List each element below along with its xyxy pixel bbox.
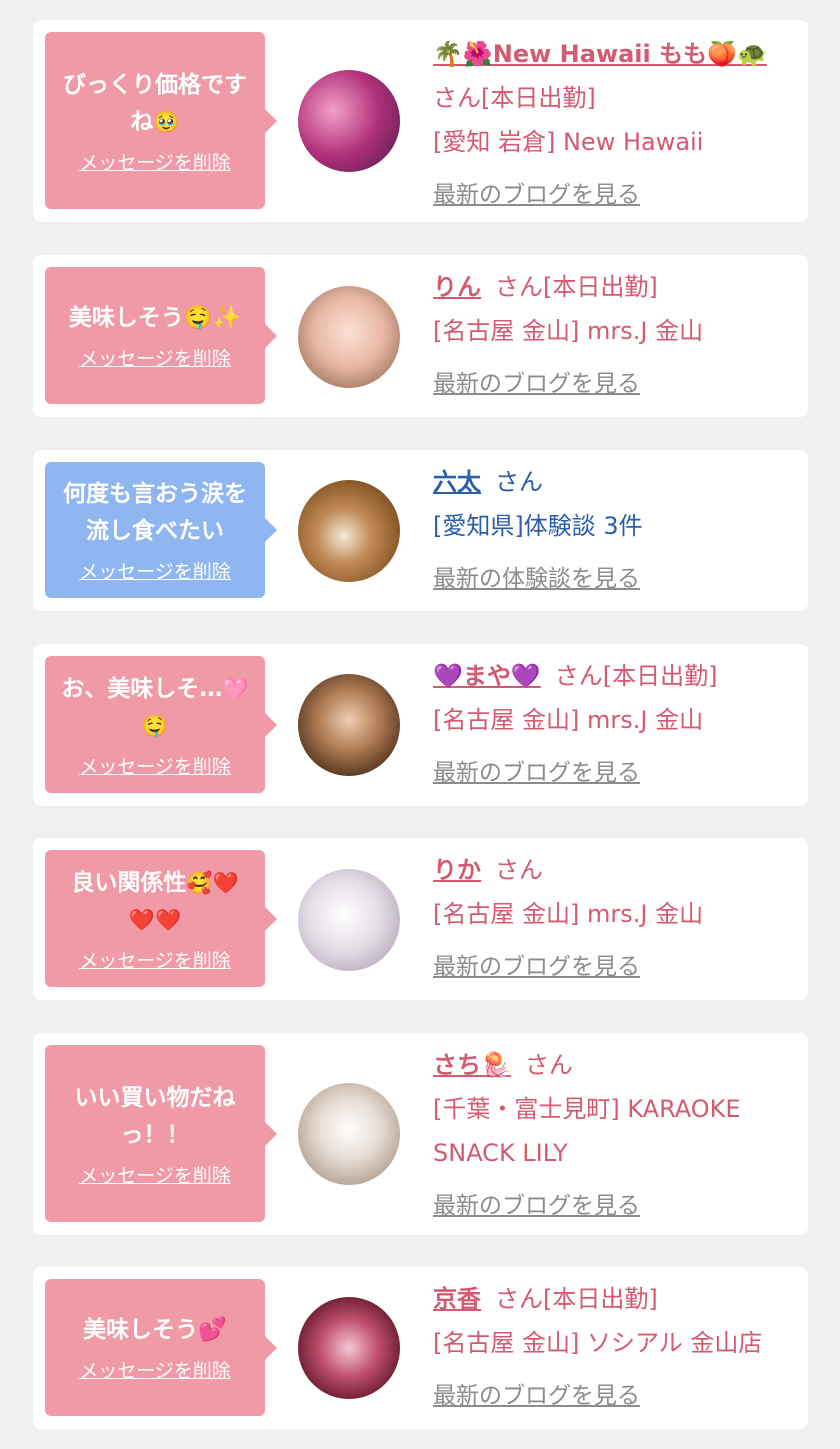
- shop-info: [名古屋 金山] mrs.J 金山: [433, 900, 704, 928]
- message-list: びっくり価格です ね🥹 メッセージを削除 🌴🌺New Hawaii もも🍑🐢 さん…: [0, 0, 840, 1449]
- list-item: 何度も言おう涙を 流し食べたい メッセージを削除 六太 さん [愛知県]体験談 3件…: [33, 450, 808, 611]
- honorific: さん: [524, 1051, 573, 1079]
- delete-message-link[interactable]: メッセージを削除: [79, 347, 231, 371]
- message-text: 良い関係性🥰❤️ ❤️❤️: [71, 869, 239, 932]
- message-text: いい買い物だね っ！！: [74, 1084, 236, 1148]
- message-bubble: いい買い物だね っ！！ メッセージを削除: [45, 1045, 277, 1222]
- avatar[interactable]: [298, 674, 400, 776]
- message-text: 美味しそう💕: [83, 1317, 227, 1343]
- latest-blog-link[interactable]: 最新のブログを見る: [433, 1193, 640, 1219]
- message-bubble: 美味しそう🤤✨ メッセージを削除: [45, 267, 277, 404]
- message-bubble: 良い関係性🥰❤️ ❤️❤️ メッセージを削除: [45, 850, 277, 987]
- delete-message-link[interactable]: メッセージを削除: [79, 949, 231, 973]
- avatar[interactable]: [298, 869, 400, 971]
- delete-message-link[interactable]: メッセージを削除: [79, 1359, 231, 1383]
- avatar[interactable]: [298, 480, 400, 582]
- list-item: 美味しそう💕 メッセージを削除 京香 さん[本日出勤] [名古屋 金山] ソシアル…: [33, 1267, 808, 1429]
- cast-name-link[interactable]: 💜まや💜: [433, 662, 541, 690]
- message-text: 何度も言おう涙を 流し食べたい: [63, 481, 247, 544]
- avatar[interactable]: [298, 70, 400, 172]
- message-text: 美味しそう🤤✨: [68, 305, 242, 331]
- shop-info: [愛知 岩倉] New Hawaii: [433, 128, 704, 156]
- cast-name-link[interactable]: 京香: [433, 1285, 481, 1313]
- cast-name-link[interactable]: りか: [433, 856, 481, 884]
- latest-blog-link[interactable]: 最新のブログを見る: [433, 182, 640, 208]
- message-bubble: びっくり価格です ね🥹 メッセージを削除: [45, 32, 277, 209]
- avatar[interactable]: [298, 1083, 400, 1185]
- message-bubble: 何度も言おう涙を 流し食べたい メッセージを削除: [45, 462, 277, 598]
- cast-name-link[interactable]: りん: [433, 273, 481, 301]
- delete-message-link[interactable]: メッセージを削除: [79, 560, 231, 584]
- cast-name-link[interactable]: 🌴🌺New Hawaii もも🍑🐢: [433, 40, 767, 68]
- list-item: びっくり価格です ね🥹 メッセージを削除 🌴🌺New Hawaii もも🍑🐢 さん…: [33, 20, 808, 222]
- list-item: 美味しそう🤤✨ メッセージを削除 りん さん[本日出勤] [名古屋 金山] mrs…: [33, 255, 808, 417]
- honorific: さん: [495, 468, 543, 496]
- shop-info: [名古屋 金山] mrs.J 金山: [433, 317, 704, 345]
- honorific: さん: [495, 856, 543, 884]
- cast-name-link[interactable]: さち🪼: [433, 1051, 511, 1079]
- list-item: 良い関係性🥰❤️ ❤️❤️ メッセージを削除 りか さん [名古屋 金山] mrs.…: [33, 838, 808, 1000]
- shop-info: [名古屋 金山] mrs.J 金山: [433, 706, 704, 734]
- avatar[interactable]: [298, 286, 400, 388]
- shop-info: [名古屋 金山] ソシアル 金山店: [433, 1329, 763, 1357]
- latest-review-link[interactable]: 最新の体験談を見る: [433, 566, 640, 592]
- latest-blog-link[interactable]: 最新のブログを見る: [433, 1383, 640, 1409]
- review-info: [愛知県]体験談 3件: [433, 512, 643, 540]
- avatar[interactable]: [298, 1297, 400, 1399]
- delete-message-link[interactable]: メッセージを削除: [79, 1164, 231, 1188]
- reviewer-name-link[interactable]: 六太: [433, 468, 481, 496]
- list-item: いい買い物だね っ！！ メッセージを削除 さち🪼 さん [千葉・富士見町] KARA…: [33, 1033, 808, 1235]
- latest-blog-link[interactable]: 最新のブログを見る: [433, 371, 640, 397]
- honorific: さん[本日出勤]: [495, 1285, 658, 1313]
- message-bubble: お、美味しそ…🩷 🤤 メッセージを削除: [45, 656, 277, 793]
- latest-blog-link[interactable]: 最新のブログを見る: [433, 954, 640, 980]
- shop-info: [千葉・富士見町] KARAOKE: [433, 1095, 741, 1123]
- honorific: さん[本日出勤]: [554, 662, 718, 690]
- shop-info-continued: SNACK LILY: [433, 1139, 568, 1167]
- latest-blog-link[interactable]: 最新のブログを見る: [433, 760, 640, 786]
- delete-message-link[interactable]: メッセージを削除: [79, 755, 231, 779]
- message-text: びっくり価格です ね🥹: [63, 71, 247, 135]
- message-bubble: 美味しそう💕 メッセージを削除: [45, 1279, 277, 1416]
- delete-message-link[interactable]: メッセージを削除: [79, 151, 231, 175]
- honorific: さん[本日出勤]: [433, 84, 596, 112]
- message-text: お、美味しそ…🩷 🤤: [61, 675, 249, 738]
- honorific: さん[本日出勤]: [495, 273, 658, 301]
- list-item: お、美味しそ…🩷 🤤 メッセージを削除 💜まや💜 さん[本日出勤] [名古屋 金山]…: [33, 644, 808, 806]
